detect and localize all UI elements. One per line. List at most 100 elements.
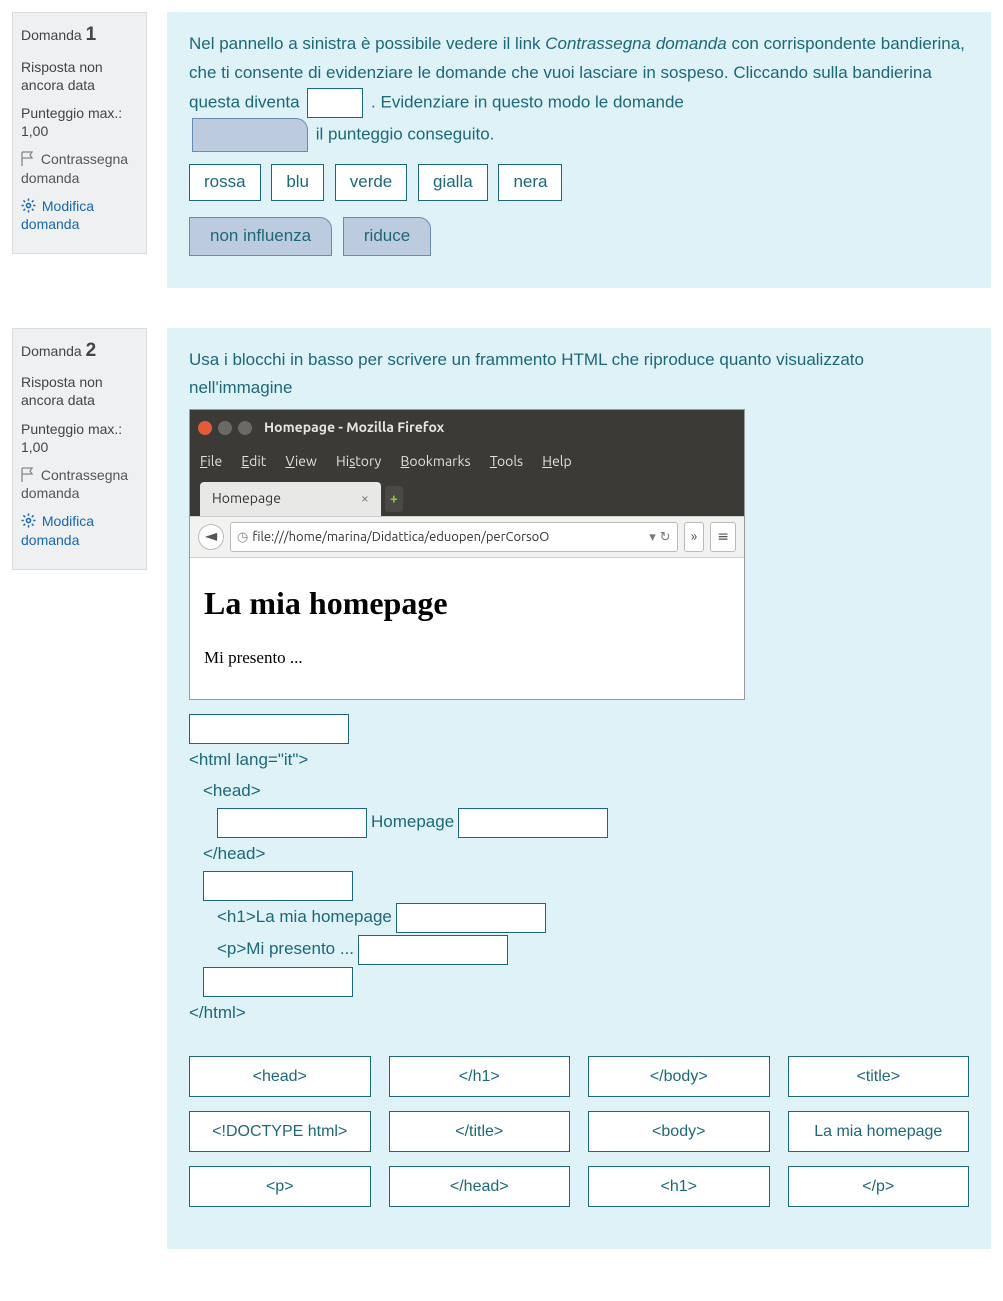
slot-body-open[interactable]	[203, 871, 353, 901]
slot-title-open[interactable]	[217, 808, 367, 838]
q1-text-c: . Evidenziare in questo modo le domande	[371, 92, 684, 111]
opt-p-open[interactable]: <p>	[189, 1166, 371, 1207]
opt-head-close[interactable]: </head>	[389, 1166, 571, 1207]
question-text: Nel pannello a sinistra è possibile vede…	[189, 30, 969, 152]
drag-option-blu[interactable]: blu	[271, 164, 324, 201]
effect-options-row: non influenza riduce	[189, 213, 969, 260]
page-h1: La mia homepage	[204, 576, 730, 630]
opt-body-open[interactable]: <body>	[588, 1111, 770, 1152]
slot-h1-close[interactable]	[396, 903, 546, 933]
drag-option-rossa[interactable]: rossa	[189, 164, 261, 201]
flag-icon	[21, 151, 34, 166]
opt-head-open[interactable]: <head>	[189, 1056, 371, 1097]
drop-zone-effect[interactable]	[192, 118, 308, 152]
bank-row-3: <p> </head> <h1> </p>	[189, 1166, 969, 1207]
chevron-right-icon: »	[684, 522, 705, 552]
opt-h1-close[interactable]: </h1>	[389, 1056, 571, 1097]
page-body: La mia homepage Mi presento ...	[190, 558, 744, 699]
drag-option-riduce[interactable]: riduce	[343, 217, 431, 256]
tab-label: Homepage	[212, 487, 281, 511]
question-1: Domanda 1 Risposta non ancora data Punte…	[12, 12, 991, 288]
q1-text-em: Contrassegna domanda	[545, 34, 726, 53]
slot-title-close[interactable]	[458, 808, 608, 838]
max-score: Punteggio max.: 1,00	[21, 104, 138, 140]
opt-doctype[interactable]: <!DOCTYPE html>	[189, 1111, 371, 1152]
gear-icon	[21, 198, 36, 213]
drag-option-verde[interactable]: verde	[335, 164, 408, 201]
opt-title-close[interactable]: </title>	[389, 1111, 571, 1152]
slot-body-close[interactable]	[203, 967, 353, 997]
address-bar-row: ◄ ◷ file:///home/marina/Didattica/eduope…	[190, 516, 744, 558]
drop-zone-color[interactable]	[307, 88, 363, 118]
question-label-text: Domanda	[21, 27, 82, 43]
edit-question-link[interactable]: Modifica domanda	[21, 197, 138, 233]
opt-la-mia-homepage[interactable]: La mia homepage	[788, 1111, 970, 1152]
q1-text-a: Nel pannello a sinistra è possibile vede…	[189, 34, 545, 53]
flag-question-link[interactable]: Contrassegna domanda	[21, 150, 138, 186]
code-p-open: <p>Mi presento ...	[217, 935, 354, 964]
code-skeleton: <html lang="it"> <head> Homepage </head>…	[189, 714, 969, 1028]
question-label: Domanda 1	[21, 23, 138, 48]
globe-icon: ◷	[237, 526, 248, 548]
max-dot-icon	[238, 421, 252, 435]
slot-doctype[interactable]	[189, 714, 349, 744]
back-button-icon: ◄	[198, 524, 224, 550]
opt-title-open[interactable]: <title>	[788, 1056, 970, 1097]
opt-p-close[interactable]: </p>	[788, 1166, 970, 1207]
tab-strip: Homepage × +	[190, 482, 744, 516]
slot-p-close[interactable]	[358, 935, 508, 965]
dropdown-icon: ▾	[649, 526, 656, 548]
menu-file: File	[200, 453, 222, 469]
gear-icon	[21, 513, 36, 528]
answer-status: Risposta non ancora data	[21, 58, 138, 94]
code-head-open: <head>	[189, 777, 969, 806]
question-info-panel: Domanda 2 Risposta non ancora data Punte…	[12, 328, 147, 570]
bank-row-2: <!DOCTYPE html> </title> <body> La mia h…	[189, 1111, 969, 1152]
drag-option-nera[interactable]: nera	[498, 164, 562, 201]
hamburger-icon: ≡	[710, 522, 736, 552]
tab-close-icon: ×	[361, 487, 369, 511]
min-dot-icon	[218, 421, 232, 435]
drag-option-gialla[interactable]: gialla	[418, 164, 488, 201]
color-options-row: rossa blu verde gialla nera	[189, 160, 969, 205]
question-label: Domanda 2	[21, 339, 138, 364]
menu-view: View	[285, 453, 316, 469]
code-html-open: <html lang="it">	[189, 746, 969, 775]
opt-h1-open[interactable]: <h1>	[588, 1166, 770, 1207]
question-number: 2	[86, 340, 97, 361]
url-text: file:///home/marina/Didattica/eduopen/pe…	[252, 526, 549, 548]
flag-icon	[21, 467, 34, 482]
code-title-text: Homepage	[371, 808, 454, 837]
code-html-close: </html>	[189, 999, 969, 1028]
flag-question-text: Contrassegna domanda	[21, 467, 128, 501]
menu-help: Help	[542, 453, 571, 469]
question-info-panel: Domanda 1 Risposta non ancora data Punte…	[12, 12, 147, 254]
question-label-text: Domanda	[21, 343, 82, 359]
q1-text-d: il punteggio conseguito.	[316, 124, 495, 143]
flag-question-link[interactable]: Contrassegna domanda	[21, 466, 138, 502]
question-2: Domanda 2 Risposta non ancora data Punte…	[12, 328, 991, 1250]
page-p: Mi presento ...	[204, 644, 730, 673]
window-titlebar: Homepage - Mozilla Firefox	[190, 410, 744, 446]
max-score: Punteggio max.: 1,00	[21, 420, 138, 456]
code-head-close: </head>	[189, 840, 969, 869]
answer-status: Risposta non ancora data	[21, 373, 138, 409]
opt-body-close[interactable]: </body>	[588, 1056, 770, 1097]
drag-option-noninfluenza[interactable]: non influenza	[189, 217, 332, 256]
new-tab-icon: +	[385, 486, 403, 512]
question-content: Usa i blocchi in basso per scrivere un f…	[167, 328, 991, 1250]
browser-tab: Homepage ×	[200, 482, 381, 516]
edit-question-link[interactable]: Modifica domanda	[21, 512, 138, 548]
code-h1-open: <h1>La mia homepage	[217, 903, 392, 932]
question-number: 1	[86, 24, 97, 45]
menu-bookmarks: Bookmarks	[401, 453, 471, 469]
close-dot-icon	[198, 421, 212, 435]
question-prompt: Usa i blocchi in basso per scrivere un f…	[189, 346, 969, 404]
menu-edit: Edit	[241, 453, 266, 469]
menu-tools: Tools	[490, 453, 523, 469]
flag-question-text: Contrassegna domanda	[21, 151, 128, 185]
option-bank: <head> </h1> </body> <title> <!DOCTYPE h…	[189, 1056, 969, 1208]
window-title: Homepage - Mozilla Firefox	[264, 416, 444, 440]
menu-history: History	[336, 453, 381, 469]
question-content: Nel pannello a sinistra è possibile vede…	[167, 12, 991, 288]
